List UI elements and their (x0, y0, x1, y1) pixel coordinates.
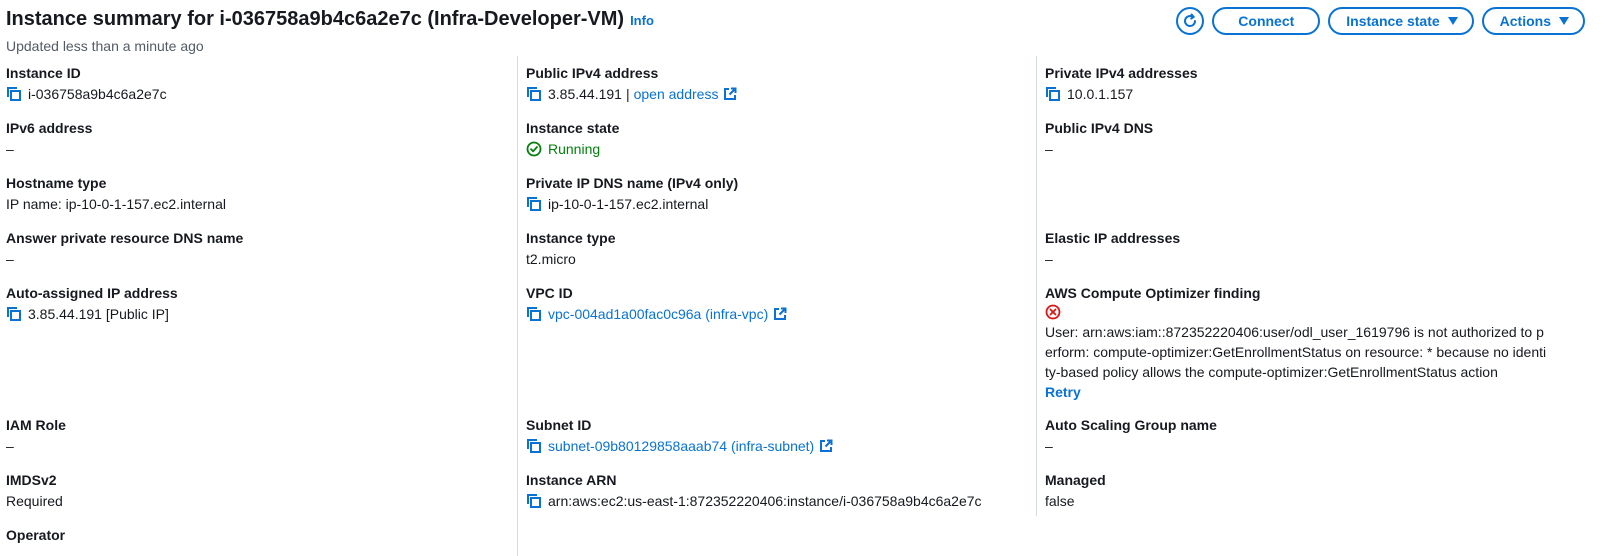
field-label: Auto-assigned IP address (6, 285, 178, 301)
private-dns-value: ip-10-0-1-157.ec2.internal (548, 196, 709, 212)
external-link-icon[interactable] (723, 87, 737, 101)
header-actions: Connect Instance state Actions (1176, 7, 1585, 35)
elastic-ip-value: – (1045, 251, 1053, 267)
field-label: AWS Compute Optimizer finding (1045, 285, 1261, 301)
answer-dns-value: – (6, 251, 14, 267)
iam-role-value: – (6, 438, 14, 454)
field-label: IMDSv2 (6, 472, 57, 488)
operator-field: Operator (6, 526, 514, 544)
field-label: Auto Scaling Group name (1045, 417, 1217, 433)
status-running-icon (526, 141, 542, 157)
external-link-icon[interactable] (819, 439, 833, 453)
field-label: Instance ARN (526, 472, 617, 488)
field-label: Subnet ID (526, 417, 592, 433)
hostname-type-field: Hostname type IP name: ip-10-0-1-157.ec2… (6, 174, 514, 214)
copy-icon[interactable] (6, 86, 22, 102)
auto-ip-field: Auto-assigned IP address 3.85.44.191 [Pu… (6, 284, 514, 324)
ipv6-field: IPv6 address – (6, 119, 514, 159)
info-link[interactable]: Info (630, 13, 654, 28)
field-label: Managed (1045, 472, 1106, 488)
private-ipv4-value: 10.0.1.157 (1067, 86, 1134, 102)
elastic-ip-field: Elastic IP addresses – (1045, 229, 1556, 269)
instance-id-field: Instance ID i-036758a9b4c6a2e7c (6, 64, 514, 104)
copy-icon[interactable] (1045, 86, 1061, 102)
field-label: Hostname type (6, 175, 107, 191)
separator: | (625, 86, 630, 102)
copy-icon[interactable] (6, 306, 22, 322)
instance-state-label: Instance state (1346, 13, 1440, 29)
subnet-id-link[interactable]: subnet-09b80129858aaab74 (infra-subnet) (548, 436, 814, 456)
copy-icon[interactable] (526, 493, 542, 509)
public-ipv4-field: Public IPv4 address 3.85.44.191 | open a… (526, 64, 1035, 104)
instance-state-button[interactable]: Instance state (1328, 7, 1474, 35)
field-label: Public IPv4 address (526, 65, 659, 81)
details-column-3: Private IPv4 addresses 10.0.1.157 Public… (1036, 56, 1556, 516)
instance-type-value: t2.micro (526, 251, 576, 267)
field-label: Public IPv4 DNS (1045, 120, 1154, 136)
instance-id-value: i-036758a9b4c6a2e7c (28, 86, 167, 102)
imdsv2-value: Required (6, 493, 63, 509)
imdsv2-field: IMDSv2 Required (6, 471, 514, 511)
copy-icon[interactable] (526, 86, 542, 102)
ipv6-value: – (6, 141, 14, 157)
field-label: VPC ID (526, 285, 573, 301)
instance-state-field: Instance state Running (526, 119, 1035, 159)
vpc-id-field: VPC ID vpc-004ad1a00fac0c96a (infra-vpc) (526, 284, 1035, 324)
managed-value: false (1045, 493, 1075, 509)
public-dns-value: – (1045, 141, 1053, 157)
updated-status: Updated less than a minute ago (6, 38, 204, 54)
page-title: Instance summary for i-036758a9b4c6a2e7c… (6, 8, 654, 31)
private-ipv4-field: Private IPv4 addresses 10.0.1.157 (1045, 64, 1556, 104)
field-label: Private IP DNS name (IPv4 only) (526, 175, 739, 191)
copy-icon[interactable] (526, 438, 542, 454)
instance-arn-value: arn:aws:ec2:us-east-1:872352220406:insta… (548, 493, 982, 509)
public-dns-field: Public IPv4 DNS – (1045, 119, 1556, 159)
private-dns-field: Private IP DNS name (IPv4 only) ip-10-0-… (526, 174, 1035, 214)
field-label: Answer private resource DNS name (6, 230, 244, 246)
open-address-link[interactable]: open address (634, 84, 719, 104)
instance-type-field: Instance type t2.micro (526, 229, 1035, 269)
optimizer-error-message: User: arn:aws:iam::872352220406:user/odl… (1045, 324, 1547, 380)
caret-down-icon (1447, 17, 1458, 25)
connect-label: Connect (1238, 13, 1295, 29)
field-label: IPv6 address (6, 120, 93, 136)
field-label: Instance type (526, 230, 616, 246)
field-label: Instance state (526, 120, 620, 136)
instance-state-value: Running (548, 141, 601, 157)
details-column-2: Public IPv4 address 3.85.44.191 | open a… (517, 56, 1035, 556)
external-link-icon[interactable] (773, 307, 787, 321)
field-label: IAM Role (6, 417, 66, 433)
subnet-id-field: Subnet ID subnet-09b80129858aaab74 (infr… (526, 416, 1035, 456)
asg-name-value: – (1045, 438, 1053, 454)
refresh-button[interactable] (1176, 7, 1205, 35)
vpc-id-link[interactable]: vpc-004ad1a00fac0c96a (infra-vpc) (548, 304, 768, 324)
field-label: Elastic IP addresses (1045, 230, 1181, 246)
field-label: Private IPv4 addresses (1045, 65, 1198, 81)
error-icon (1045, 304, 1061, 320)
copy-icon[interactable] (526, 306, 542, 322)
page-title-text: Instance summary for i-036758a9b4c6a2e7c… (6, 8, 625, 30)
iam-role-field: IAM Role – (6, 416, 514, 456)
answer-dns-field: Answer private resource DNS name – (6, 229, 514, 269)
field-label: Operator (6, 527, 66, 543)
managed-field: Managed false (1045, 471, 1556, 511)
actions-button[interactable]: Actions (1481, 7, 1585, 35)
instance-arn-field: Instance ARN arn:aws:ec2:us-east-1:87235… (526, 471, 1035, 511)
compute-optimizer-field: AWS Compute Optimizer finding User: arn:… (1045, 284, 1556, 402)
asg-name-field: Auto Scaling Group name – (1045, 416, 1556, 456)
page-header: Instance summary for i-036758a9b4c6a2e7c… (0, 0, 1605, 56)
actions-label: Actions (1499, 13, 1551, 29)
retry-link[interactable]: Retry (1045, 382, 1556, 402)
copy-icon[interactable] (526, 196, 542, 212)
auto-ip-value: 3.85.44.191 [Public IP] (28, 306, 169, 322)
connect-button[interactable]: Connect (1212, 7, 1321, 35)
caret-down-icon (1559, 17, 1569, 25)
field-label: Instance ID (6, 65, 81, 81)
refresh-icon (1184, 13, 1197, 27)
public-ipv4-value: 3.85.44.191 (548, 86, 622, 102)
hostname-type-value: IP name: ip-10-0-1-157.ec2.internal (6, 196, 226, 212)
